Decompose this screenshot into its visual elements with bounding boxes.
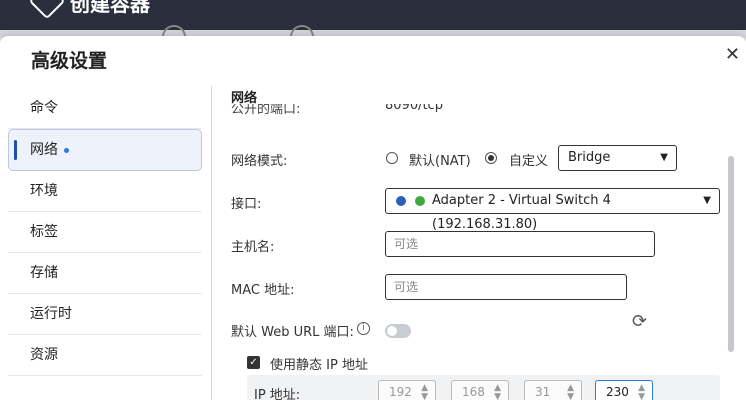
ip-octet-4[interactable]: 230 ▲ ▼ [595,380,653,400]
stepper-icon[interactable]: ▲ ▼ [421,384,428,400]
web-url-port-toggle[interactable] [385,324,411,338]
chevron-down-icon: ▼ [703,195,711,206]
sidebar-item-label: 命令 [30,100,58,116]
sidebar-item-label: 存储 [30,265,58,281]
radio-custom-label[interactable]: 自定义 [509,150,548,169]
hostname-input[interactable] [385,231,655,257]
ip-octet-3[interactable]: 31 ▲ ▼ [524,380,582,400]
network-mode-label: 网络模式: [231,154,288,169]
sidebar-item-network[interactable]: 网络 [8,129,202,171]
app-header: 创建容器 [0,0,746,30]
sidebar-item-label: 标签 [30,224,58,240]
active-dot-icon [64,147,69,153]
radio-custom[interactable] [485,152,497,164]
stepper-icon[interactable]: ▲ ▼ [567,384,574,400]
published-ports-label: 公开的端口: [231,104,301,117]
static-ip-checkbox[interactable]: ✓ [247,356,260,369]
refresh-icon[interactable]: ⟳ [632,311,647,332]
ip-address-label: IP 地址: [254,388,301,400]
network-settings-panel: 网络 公开的端口: 8090/tcp 网络模式: 默认(NAT) 自定义 Bri… [212,80,732,400]
content-scrollbar[interactable] [728,156,734,352]
sidebar-item-label: 环境 [30,183,58,199]
sidebar-item-label: 资源 [30,347,58,363]
connected-status-icon [415,196,425,206]
close-icon[interactable]: ✕ [725,44,740,65]
hostname-label: 主机名: [231,240,275,255]
web-url-port-label: 默认 Web URL 端口: [231,325,354,340]
interface-label: 接口: [231,197,262,212]
ip-octet-2[interactable]: 168 ▲ ▼ [451,380,509,400]
network-mode-select[interactable]: Bridge ▼ [558,145,677,171]
interface-value: Adapter 2 - Virtual Switch 4 (192.168.31… [432,193,611,232]
stepper-icon[interactable]: ▲ ▼ [494,384,501,400]
published-ports-value: 8090/tcp [385,104,443,113]
sidebar-item-resources[interactable]: 资源 [8,335,202,376]
app-title: 创建容器 [70,0,150,16]
sidebar-item-label: 运行时 [30,306,72,322]
sidebar-item-label: 网络 [30,142,58,158]
settings-sidebar: 命令 网络 环境 标签 存储 运行时 资源 [8,88,202,376]
static-ip-label[interactable]: 使用静态 IP 地址 [270,354,368,373]
sidebar-item-labels[interactable]: 标签 [8,212,202,253]
app-logo-icon [28,0,66,20]
interface-select[interactable]: Adapter 2 - Virtual Switch 4 (192.168.31… [385,188,720,232]
dialog-title: 高级设置 [31,50,108,72]
chevron-down-icon: ▼ [660,152,668,163]
ip-address-group: IP 地址: 192 ▲ ▼ 168 ▲ ▼ 31 ▲ ▼ 230 ▲ ▼ [247,375,720,400]
mac-address-input[interactable] [385,274,627,300]
advanced-settings-dialog: 高级设置 ✕ 命令 网络 环境 标签 存储 运行时 资源 网络 公开的端口: 8… [0,36,746,400]
sidebar-item-storage[interactable]: 存储 [8,253,202,294]
adapter-icon [396,196,406,206]
published-ports-row: 公开的端口: 8090/tcp [231,104,711,118]
radio-default-nat-label[interactable]: 默认(NAT) [409,150,471,169]
stepper-icon[interactable]: ▲ ▼ [638,384,645,400]
sidebar-item-runtime[interactable]: 运行时 [8,294,202,335]
network-mode-value: Bridge [568,150,611,165]
sidebar-item-command[interactable]: 命令 [8,88,202,129]
radio-default-nat[interactable] [386,152,398,164]
sidebar-item-environment[interactable]: 环境 [8,171,202,212]
info-icon[interactable]: i [357,322,370,335]
mac-address-label: MAC 地址: [231,283,295,298]
ip-octet-1[interactable]: 192 ▲ ▼ [378,380,436,400]
